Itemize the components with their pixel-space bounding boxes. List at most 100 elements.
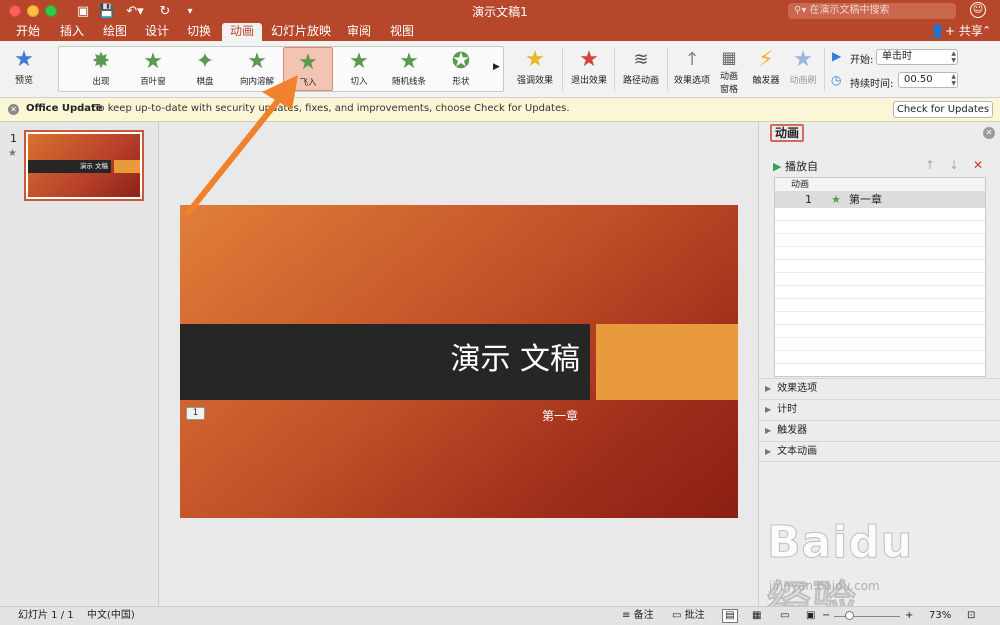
- close-pane-icon[interactable]: ✕: [983, 127, 995, 139]
- zoom-slider-track[interactable]: [834, 616, 900, 617]
- notes-button[interactable]: ≡ 备注: [622, 607, 654, 625]
- preview-button[interactable]: ★ 预览: [4, 47, 44, 86]
- up-arrow-icon: ↑: [684, 49, 700, 70]
- duration-stepper-icon[interactable]: ▲ ▼: [951, 73, 956, 87]
- comment-icon: ▭: [672, 610, 682, 621]
- zoom-out-icon[interactable]: −: [822, 607, 830, 625]
- animation-effect-gallery: ✸ 出现 ★ 百叶窗 ✦ 棋盘 ★ 向内溶解 ★ 飞入 ★ 切入 ★ 随机线条 ✪ 形状 ▶: [58, 46, 504, 92]
- animation-list-item[interactable]: 1 ★ 第一章: [775, 192, 985, 208]
- animation-order-tag[interactable]: 1: [186, 407, 205, 420]
- animations-ribbon: ★ 预览 ✸ 出现 ★ 百叶窗 ✦ 棋盘 ★ 向内溶解 ★ 飞入 ★ 切入 ★ 随机线条 ✪ 形…: [0, 41, 1000, 98]
- zoom-window-button[interactable]: [45, 5, 57, 17]
- tab-animations[interactable]: 动画: [222, 23, 262, 41]
- message-text: To keep up-to-date with security updates…: [94, 103, 570, 114]
- effect-appear[interactable]: ✸ 出现: [77, 47, 125, 91]
- animation-painter-button[interactable]: ★ 动画刷: [786, 47, 820, 86]
- emphasis-effects-button[interactable]: ★ 强调效果: [512, 47, 558, 86]
- animation-pane-button[interactable]: ▦ 动画 窗格: [716, 47, 742, 95]
- slide-subtitle[interactable]: 第一章: [180, 407, 578, 424]
- slide-thumbnail-pane: 1 ★ 演示 文稿: [0, 122, 159, 606]
- trigger-button[interactable]: ⚡ 触发器: [748, 47, 784, 86]
- tab-transitions[interactable]: 切换: [181, 23, 217, 41]
- duration-input[interactable]: 00.50 ▲ ▼: [898, 72, 958, 88]
- move-up-icon[interactable]: ↑: [925, 158, 935, 172]
- fly-in-star-icon: ★: [831, 193, 841, 206]
- tab-home[interactable]: 开始: [10, 23, 46, 41]
- slideshow-view-icon[interactable]: ▣: [806, 607, 815, 625]
- check-for-updates-button[interactable]: Check for Updates: [893, 101, 993, 118]
- star-random-bars-icon: ★: [399, 49, 419, 74]
- redo-icon[interactable]: ↻: [158, 2, 172, 20]
- star-preview-icon: ★: [14, 47, 34, 72]
- star-blinds-icon: ★: [143, 49, 163, 74]
- save-icon[interactable]: 💾: [99, 2, 115, 20]
- star-peek-in-icon: ★: [349, 49, 369, 74]
- move-down-icon[interactable]: ↓: [949, 158, 959, 172]
- ribbon-divider: [667, 47, 668, 91]
- collapse-ribbon-icon[interactable]: ⌃: [982, 24, 991, 37]
- zoom-level[interactable]: 73%: [929, 607, 951, 625]
- effect-peek-in[interactable]: ★ 切入: [335, 47, 383, 91]
- feedback-smiley-icon[interactable]: ☺: [970, 2, 986, 18]
- tab-design[interactable]: 设计: [139, 23, 175, 41]
- animation-marker-icon: ★: [8, 148, 17, 159]
- ribbon-divider: [562, 47, 563, 91]
- duration-clock-icon: ◷: [831, 73, 842, 87]
- close-window-button[interactable]: [9, 5, 21, 17]
- gallery-more-arrow-icon[interactable]: ▶: [493, 62, 500, 72]
- animation-pane-title: 动画: [770, 124, 805, 142]
- slide-sorter-icon[interactable]: ▦: [752, 607, 761, 625]
- zoom-slider-thumb[interactable]: [845, 611, 854, 620]
- expand-caret-icon: ▶: [765, 426, 772, 435]
- dismiss-message-icon[interactable]: ✕: [8, 104, 19, 115]
- select-arrows-icon: ▲ ▼: [951, 50, 956, 64]
- search-input[interactable]: ⚲▾ 在演示文稿中搜索: [788, 3, 956, 19]
- effect-random-bars[interactable]: ★ 随机线条: [385, 47, 433, 91]
- update-message-bar: ✕ Office Update To keep up-to-date with …: [0, 98, 1000, 122]
- share-button[interactable]: 👤+ 共享: [930, 23, 983, 40]
- ribbon-tab-bar: 开始 插入 绘图 设计 切换 动画 幻灯片放映 审阅 视图 👤+ 共享 ⌃: [0, 22, 1000, 41]
- language-indicator[interactable]: 中文(中国): [87, 607, 135, 625]
- effect-fly-in[interactable]: ★ 飞入: [283, 47, 333, 91]
- play-icon: ▶: [773, 160, 782, 173]
- start-play-icon: ▶: [832, 49, 842, 63]
- reading-view-icon[interactable]: ▭: [780, 607, 789, 625]
- comments-button[interactable]: ▭ 批注: [672, 607, 705, 625]
- section-triggers[interactable]: ▶ 触发器: [759, 420, 1000, 441]
- exit-effects-button[interactable]: ★ 退出效果: [566, 47, 612, 86]
- expand-caret-icon: ▶: [765, 384, 772, 393]
- start-label: 开始:: [850, 55, 874, 66]
- tab-slideshow[interactable]: 幻灯片放映: [268, 23, 334, 41]
- normal-view-icon[interactable]: ▤: [722, 609, 738, 623]
- effect-options-button[interactable]: ↑ 效果选项: [670, 47, 714, 86]
- minimize-window-button[interactable]: [27, 5, 39, 17]
- section-effect-options[interactable]: ▶ 效果选项: [759, 378, 1000, 399]
- slide-canvas[interactable]: 演示 文稿 第一章 1: [180, 205, 738, 518]
- effect-blinds[interactable]: ★ 百叶窗: [129, 47, 177, 91]
- undo-icon[interactable]: ↶▾: [124, 2, 146, 20]
- motion-paths-button[interactable]: ≋ 路径动画: [618, 47, 664, 86]
- duration-label: 持续时间:: [850, 79, 894, 90]
- tab-draw[interactable]: 绘图: [97, 23, 133, 41]
- lightning-icon: ⚡: [758, 47, 774, 72]
- slide-number: 1: [10, 132, 17, 145]
- effect-shape[interactable]: ✪ 形状: [437, 47, 485, 91]
- delete-animation-icon[interactable]: ✕: [973, 158, 983, 172]
- star-checkerboard-icon: ✦: [195, 49, 215, 74]
- section-text-animation[interactable]: ▶ 文本动画: [759, 441, 1000, 462]
- sidebar-toggle-icon[interactable]: ▣: [76, 2, 90, 20]
- play-from-button[interactable]: ▶ 播放自: [773, 158, 818, 174]
- start-select[interactable]: 单击时 ▲ ▼: [876, 49, 958, 65]
- tab-insert[interactable]: 插入: [54, 23, 90, 41]
- effect-dissolve-in[interactable]: ★ 向内溶解: [233, 47, 281, 91]
- section-timing[interactable]: ▶ 计时: [759, 399, 1000, 420]
- slide-title[interactable]: 演示 文稿: [180, 336, 580, 384]
- fit-to-window-icon[interactable]: ⊡: [967, 607, 975, 625]
- ribbon-divider: [614, 47, 615, 91]
- effect-checkerboard[interactable]: ✦ 棋盘: [181, 47, 229, 91]
- tab-view[interactable]: 视图: [384, 23, 420, 41]
- tab-review[interactable]: 审阅: [341, 23, 377, 41]
- zoom-in-icon[interactable]: +: [905, 607, 913, 625]
- customize-toolbar-icon[interactable]: ▾: [184, 2, 196, 20]
- slide-thumbnail[interactable]: 演示 文稿: [24, 130, 144, 201]
